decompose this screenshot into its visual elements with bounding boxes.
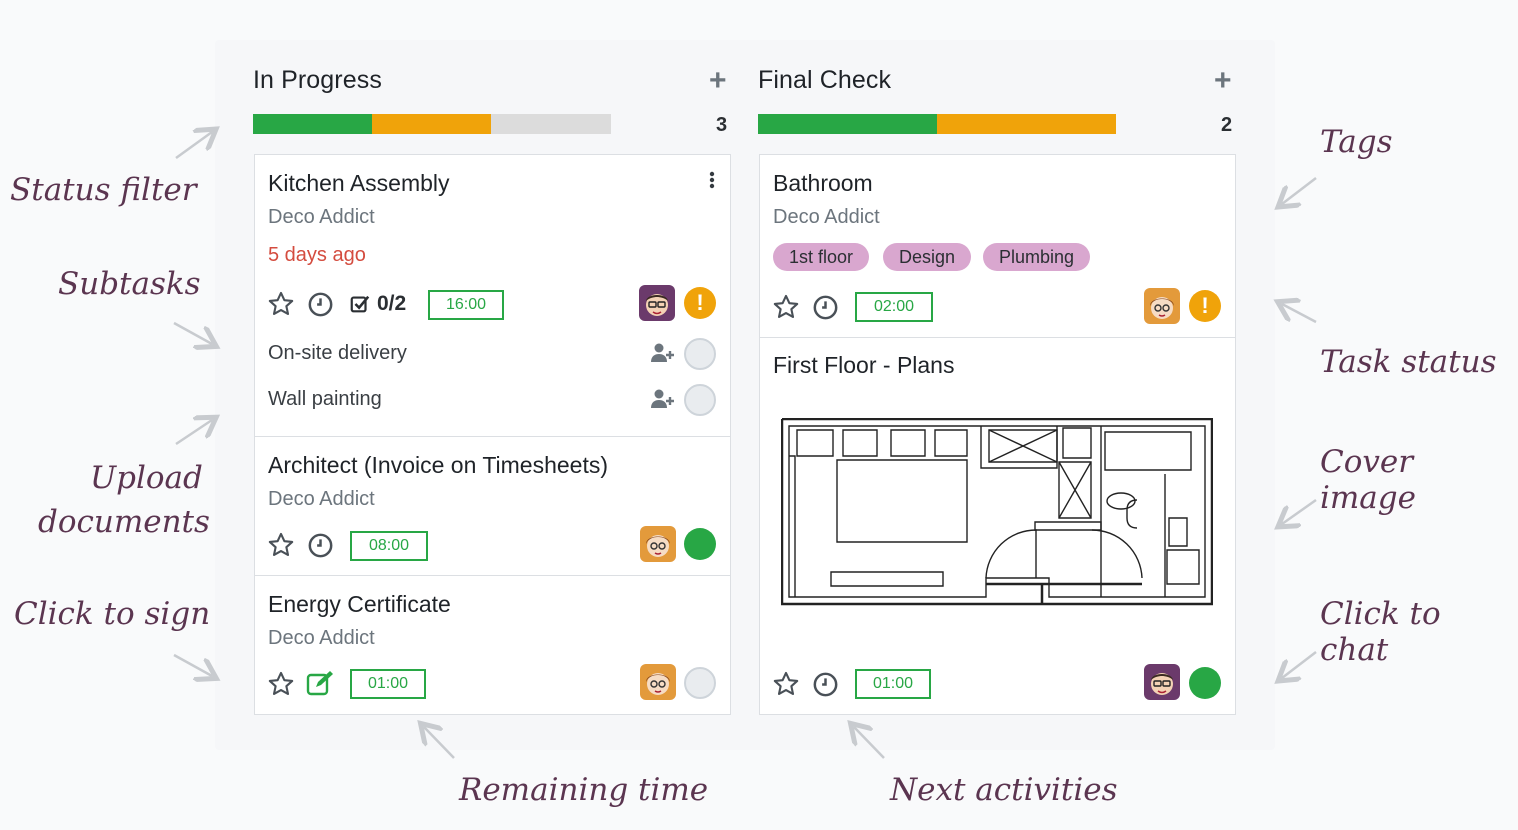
arrow-icon: [175, 420, 212, 446]
arrow-icon: [173, 653, 212, 676]
arrow-icon: [854, 727, 885, 759]
arrow-icon: [1282, 651, 1317, 678]
arrow-icon: [424, 727, 455, 759]
annotation-arrows: [173, 0, 1317, 759]
arrow-icon: [175, 132, 212, 160]
arrow-icon: [1282, 498, 1317, 524]
arrow-icon: [1282, 177, 1317, 204]
arrow-icon: [1282, 304, 1317, 324]
arrow-icon: [173, 321, 212, 344]
